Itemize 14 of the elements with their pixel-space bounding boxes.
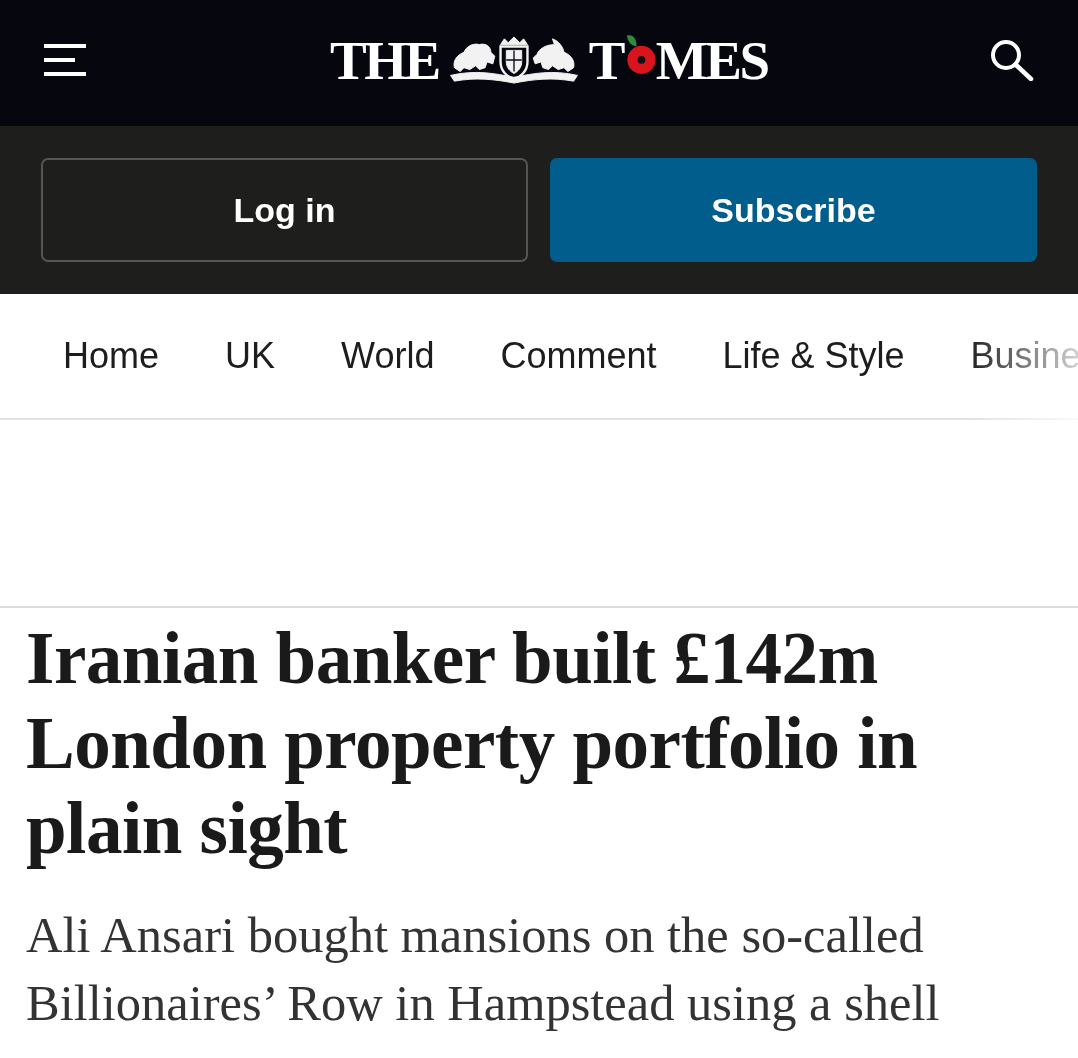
logo-text: T	[588, 32, 623, 88]
nav-link[interactable]: Comment	[500, 335, 657, 377]
login-button[interactable]: Log in	[41, 158, 528, 262]
search-icon[interactable]	[990, 39, 1034, 81]
article-headline: Iranian banker built £142m London property portfolio in plain sight	[26, 617, 919, 871]
menu-icon[interactable]	[44, 44, 86, 76]
nav-link[interactable]: Life & Style	[722, 335, 905, 377]
nav-link[interactable]: Home	[63, 335, 160, 377]
article-standfirst: Ali Ansari bought mansions on the so-called Billionaires’ Row in Hampstead using a shell	[26, 906, 941, 1033]
nav-link[interactable]: World	[341, 335, 435, 377]
logo-text: THE	[330, 32, 439, 88]
nav-link[interactable]: UK	[225, 335, 276, 377]
logo-text: MES	[655, 32, 768, 88]
subscribe-button[interactable]: Subscribe	[550, 158, 1037, 262]
